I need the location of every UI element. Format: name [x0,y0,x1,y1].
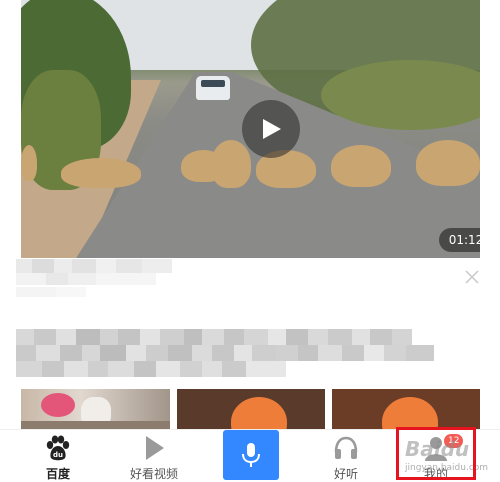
highlight-annotation-box [396,427,476,480]
video-frame-lion [61,158,141,188]
tab-haokan-label: 好看视频 [129,467,178,481]
thumbnail-image[interactable] [21,389,170,429]
obscured-headline-line-3 [16,361,286,377]
thumbnail-flowers [41,393,75,417]
obscured-headline-line-1 [16,329,446,345]
microphone-icon [242,443,260,467]
video-frame-lion [211,140,251,188]
obscured-title-line [16,259,172,273]
video-duration: 01:12 [439,228,480,252]
tab-listen[interactable]: 好听 [296,430,396,482]
thumbnail-orange [382,397,438,429]
close-icon [465,270,479,284]
play-triangle-icon [142,432,166,462]
play-button[interactable] [242,100,300,158]
voice-search-button[interactable] [223,430,279,480]
video-frame-lion [331,145,391,187]
video-player[interactable]: 01:12 [21,0,480,258]
svg-text:du: du [53,451,63,459]
thumbnail-image[interactable] [177,389,325,429]
video-frame-lion [416,140,480,186]
thumbnail-orange [231,397,287,429]
tab-home[interactable]: du 百度 [8,430,108,482]
video-frame-car [196,76,230,100]
obscured-subtitle-line [16,273,156,285]
tab-home-label: 百度 [45,467,70,481]
video-frame-lion [21,145,37,181]
play-icon [263,119,281,139]
tab-haokan-video[interactable]: 好看视频 [104,430,204,482]
thumbnail-image[interactable] [332,389,480,429]
tab-listen-label: 好听 [333,467,358,481]
obscured-subtitle-line [16,287,86,297]
obscured-headline-line-2 [16,345,446,361]
close-button[interactable] [462,267,482,287]
thumbnail-shelf [21,421,170,429]
baidu-paw-icon: du [44,432,72,462]
headphones-icon [332,432,360,462]
